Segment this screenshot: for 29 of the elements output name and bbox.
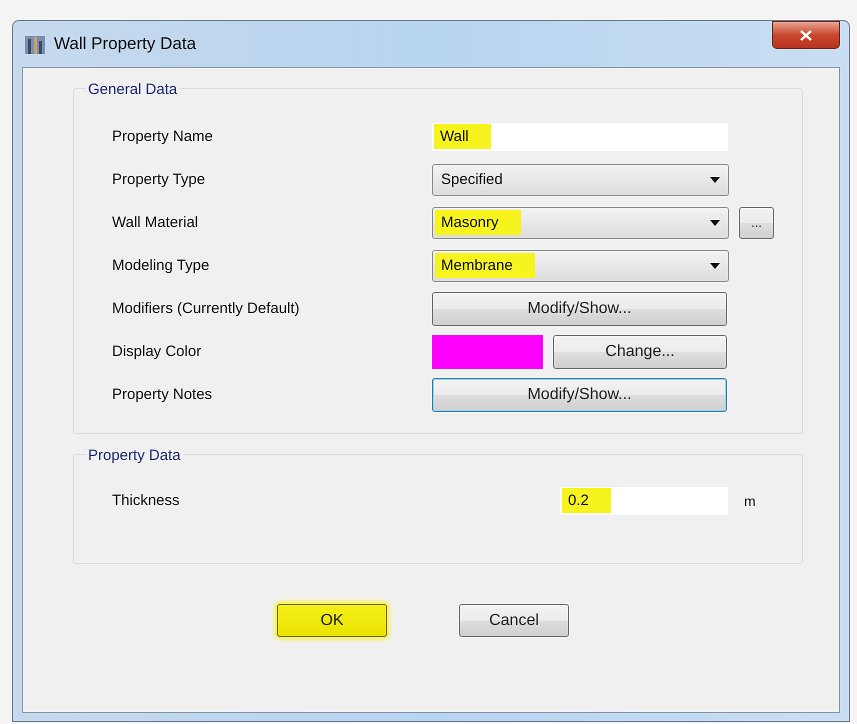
field-label: Display Color xyxy=(112,343,202,360)
color-swatch[interactable] xyxy=(432,334,543,368)
field-label: Property Type xyxy=(112,171,206,188)
field-label: Property Notes xyxy=(112,386,214,403)
dropdown[interactable]: Masonry xyxy=(432,206,729,238)
modify-button[interactable]: Modify/Show... xyxy=(432,292,727,326)
close-button[interactable] xyxy=(772,21,840,49)
field-label: Wall Material xyxy=(112,214,200,231)
field-label: Modeling Type xyxy=(112,257,210,274)
dropdown-arrow-icon xyxy=(710,262,720,268)
dialog-button[interactable]: OK xyxy=(277,604,387,637)
ellipsis-button[interactable]: ... xyxy=(739,206,774,238)
field-label: Modifiers (Currently Default) xyxy=(112,300,301,317)
dropdown-arrow-icon xyxy=(710,176,720,182)
field-label: Property Name xyxy=(112,128,214,145)
input-field[interactable]: Wall xyxy=(432,122,728,150)
dialog-button[interactable]: Cancel xyxy=(459,604,569,637)
dropdown-arrow-icon xyxy=(710,220,720,226)
dropdown[interactable]: Membrane xyxy=(432,250,729,282)
unit-label: m xyxy=(744,492,756,508)
app-icon xyxy=(24,33,46,55)
input-field[interactable]: 0.2 xyxy=(560,486,728,514)
field-label: Thickness xyxy=(112,492,181,509)
close-icon xyxy=(800,30,812,40)
modify-button[interactable]: Modify/Show... xyxy=(432,378,727,412)
window-title: Wall Property Data xyxy=(54,34,196,54)
group-title: Property Data xyxy=(86,447,183,464)
dropdown[interactable]: Specified xyxy=(432,164,729,196)
change-button[interactable]: Change... xyxy=(553,334,727,368)
